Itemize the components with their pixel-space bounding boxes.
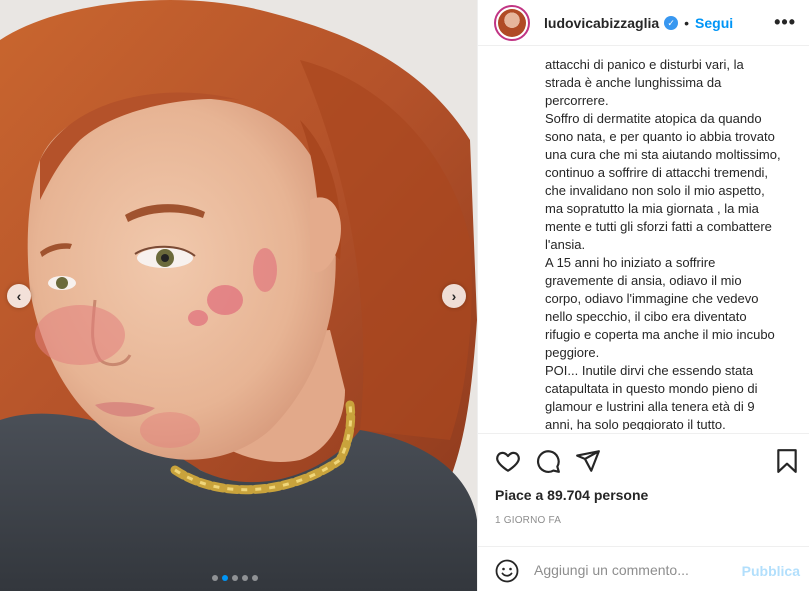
save-bookmark-icon[interactable] (774, 448, 800, 474)
verified-badge-icon: ✓ (664, 15, 679, 30)
caption-line: continuo a soffrire di attacchi tremendi… (545, 165, 769, 180)
share-send-icon[interactable] (575, 448, 601, 474)
post-timestamp[interactable]: 1 GIORNO FA (495, 515, 561, 526)
caption-line: l'ansia. (545, 237, 586, 252)
caption-line: una cura che mi sta aiutando moltissimo, (545, 147, 781, 162)
like-count[interactable]: Piace a 89.704 persone (495, 487, 648, 503)
caption-line: nello specchio, il cibo era diventato (545, 309, 747, 324)
caption-line: attacchi di panico e disturbi vari, la (545, 57, 744, 72)
post-actions (478, 433, 809, 485)
caption-line: rifugio e coperta ma anche il mio incubo (545, 327, 775, 342)
caption-line: Soffro di dermatite atopica da quando (545, 111, 762, 126)
post-sidebar: ludovicabizzaglia ✓ • Segui ••• attacchi… (477, 0, 809, 591)
avatar[interactable] (494, 4, 530, 41)
caption-line: strada è anche lunghissima da (545, 75, 722, 90)
caption-line: peggiore. (545, 345, 600, 360)
carousel-dot (232, 575, 238, 581)
caption-line: che invalidano non solo il mio aspetto, (545, 183, 765, 198)
caption-line: gravemente di ansia, odiavo il mio (545, 273, 742, 288)
username-link[interactable]: ludovicabizzaglia (544, 15, 659, 31)
comment-bubble-icon[interactable] (535, 448, 561, 474)
publish-button[interactable]: Pubblica (742, 563, 800, 579)
carousel-dot-active (222, 575, 228, 581)
avatar-image (498, 8, 526, 37)
emoji-icon[interactable] (495, 559, 519, 583)
follow-button[interactable]: Segui (695, 15, 733, 31)
carousel-next-button[interactable]: › (442, 284, 466, 308)
post-caption: attacchi di panico e disturbi vari, la st… (545, 56, 803, 430)
caption-line: ma sopratutto la mia giornata , la mia (545, 201, 759, 216)
carousel-dot (242, 575, 248, 581)
caption-line: POI... Inutile dirvi che essendo stata (545, 363, 754, 378)
caption-line: percorrere. (545, 93, 609, 108)
photo-illustration (0, 0, 477, 591)
more-options-icon[interactable]: ••• (774, 12, 796, 33)
carousel-indicator (212, 575, 258, 581)
carousel-dot (212, 575, 218, 581)
comment-input[interactable] (534, 557, 734, 583)
caption-line: anni, ha solo peggiorato il tutto. (545, 417, 726, 430)
post-photo[interactable]: ‹ › (0, 0, 477, 591)
caption-line: mente e tutti gli sforzi fatti a combatt… (545, 219, 772, 234)
post-header: ludovicabizzaglia ✓ • Segui ••• (478, 0, 809, 46)
header-separator: • (684, 14, 690, 31)
caption-text: attacchi di panico e disturbi vari, la st… (545, 56, 803, 430)
caption-line: catapultata in questo mondo pieno di (545, 381, 758, 396)
caption-line: glamour e lustrini alla tenera età di 9 (545, 399, 755, 414)
caption-line: corpo, odiavo l'immagine che vedevo (545, 291, 759, 306)
carousel-prev-button[interactable]: ‹ (7, 284, 31, 308)
comment-bar: Pubblica (478, 546, 809, 591)
caption-line: sono nata, e per quanto io abbia trovato (545, 129, 775, 144)
like-heart-icon[interactable] (495, 448, 521, 474)
carousel-dot (252, 575, 258, 581)
caption-line: A 15 anni ho iniziato a soffrire (545, 255, 716, 270)
